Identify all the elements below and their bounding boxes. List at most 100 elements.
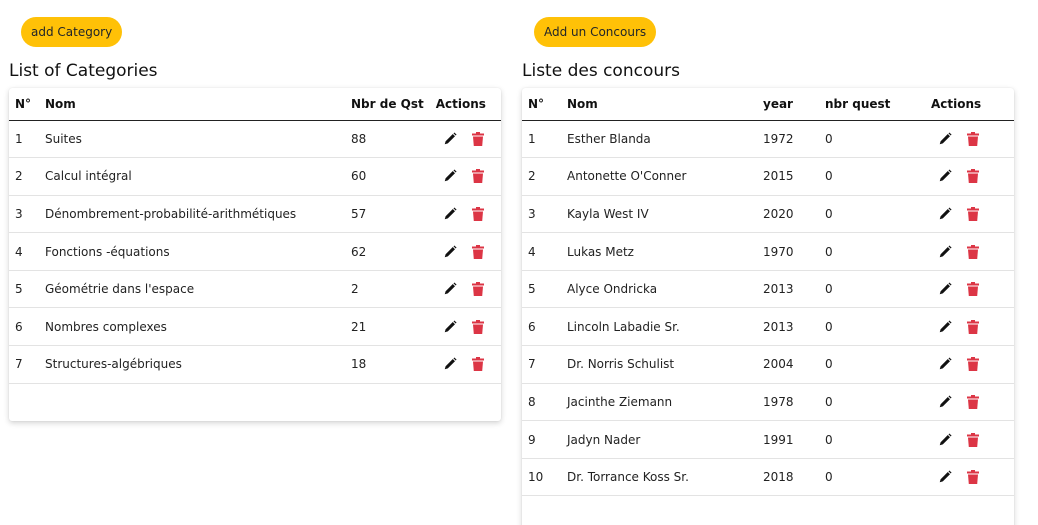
row-name: Antonette O'Conner — [561, 157, 757, 196]
table-row: 5 Géométrie dans l'espace 2 — [9, 270, 501, 309]
categories-table: N° Nom Nbr de Qst Actions 1 Suites 88 2 Calc… — [9, 88, 501, 421]
edit-pencil-icon[interactable] — [937, 206, 953, 222]
row-name: Nombres complexes — [39, 307, 345, 347]
table-row: 3 Dénombrement-probabilité-arithmétiques 5… — [9, 195, 501, 234]
row-question-count: 57 — [345, 195, 430, 234]
row-actions — [925, 345, 1014, 384]
delete-trash-icon[interactable] — [965, 206, 981, 222]
row-number: 5 — [522, 270, 561, 309]
row-number: 5 — [9, 270, 39, 309]
row-actions — [925, 270, 1014, 309]
row-question-count: 0 — [819, 307, 925, 347]
edit-pencil-icon[interactable] — [442, 319, 458, 335]
row-year: 2013 — [757, 270, 819, 309]
edit-pencil-icon[interactable] — [937, 244, 953, 260]
delete-trash-icon[interactable] — [965, 356, 981, 372]
table-footer-spacer — [522, 496, 1014, 525]
row-actions — [429, 120, 501, 159]
row-actions — [429, 270, 501, 309]
row-question-count: 0 — [819, 458, 925, 497]
categories-title: List of Categories — [9, 61, 158, 81]
actions-group — [436, 244, 495, 260]
delete-trash-icon[interactable] — [965, 319, 981, 335]
row-number: 7 — [9, 345, 39, 384]
delete-trash-icon[interactable] — [470, 356, 486, 372]
edit-pencil-icon[interactable] — [937, 432, 953, 448]
row-name: Lukas Metz — [561, 232, 757, 271]
delete-trash-icon[interactable] — [470, 281, 486, 297]
row-name: Lincoln Labadie Sr. — [561, 307, 757, 347]
row-name: Esther Blanda — [561, 120, 757, 159]
actions-group — [931, 319, 1008, 335]
row-name: Alyce Ondricka — [561, 270, 757, 309]
table-row: 7 Structures-algébriques 18 — [9, 345, 501, 384]
actions-group — [436, 168, 495, 184]
add-concours-button[interactable]: Add un Concours — [534, 17, 657, 47]
actions-group — [931, 244, 1008, 260]
edit-pencil-icon[interactable] — [937, 356, 953, 372]
delete-trash-icon[interactable] — [965, 394, 981, 410]
edit-pencil-icon[interactable] — [442, 168, 458, 184]
row-actions — [429, 157, 501, 196]
actions-group — [436, 319, 495, 335]
add-category-button[interactable]: add Category — [21, 17, 123, 47]
actions-group — [436, 206, 495, 222]
edit-pencil-icon[interactable] — [442, 131, 458, 147]
edit-pencil-icon[interactable] — [442, 356, 458, 372]
edit-pencil-icon[interactable] — [442, 244, 458, 260]
table-row: 2 Antonette O'Conner 2015 0 — [522, 157, 1014, 196]
table-header-row: N° Nom Nbr de Qst Actions — [9, 88, 501, 121]
row-name: Calcul intégral — [39, 157, 345, 196]
row-question-count: 0 — [819, 420, 925, 459]
row-year: 2013 — [757, 307, 819, 347]
actions-group — [931, 168, 1008, 184]
delete-trash-icon[interactable] — [470, 168, 486, 184]
edit-pencil-icon[interactable] — [442, 281, 458, 297]
edit-pencil-icon[interactable] — [937, 281, 953, 297]
row-name: Dr. Torrance Koss Sr. — [561, 458, 757, 497]
delete-trash-icon[interactable] — [470, 244, 486, 260]
delete-trash-icon[interactable] — [470, 131, 486, 147]
table-row: 6 Nombres complexes 21 — [9, 307, 501, 347]
delete-trash-icon[interactable] — [965, 432, 981, 448]
delete-trash-icon[interactable] — [965, 281, 981, 297]
table-row: 8 Jacinthe Ziemann 1978 0 — [522, 383, 1014, 422]
row-name: Jadyn Nader — [561, 420, 757, 459]
actions-group — [931, 281, 1008, 297]
table-footer-spacer — [9, 383, 501, 421]
concours-card: N° Nom year nbr quest Actions 1 Esther Bl… — [522, 88, 1014, 525]
row-year: 2015 — [757, 157, 819, 196]
row-year: 2020 — [757, 195, 819, 234]
categories-card: N° Nom Nbr de Qst Actions 1 Suites 88 2 Calc… — [9, 88, 501, 421]
delete-trash-icon[interactable] — [965, 244, 981, 260]
table-header-row: N° Nom year nbr quest Actions — [522, 88, 1014, 121]
row-number: 4 — [9, 232, 39, 271]
edit-pencil-icon[interactable] — [937, 168, 953, 184]
delete-trash-icon[interactable] — [965, 469, 981, 485]
table-row: 4 Fonctions -équations 62 — [9, 232, 501, 271]
table-row: 10 Dr. Torrance Koss Sr. 2018 0 — [522, 458, 1014, 497]
edit-pencil-icon[interactable] — [937, 469, 953, 485]
delete-trash-icon[interactable] — [965, 168, 981, 184]
header-number: N° — [522, 88, 561, 121]
table-row: 2 Calcul intégral 60 — [9, 157, 501, 196]
edit-pencil-icon[interactable] — [937, 319, 953, 335]
row-actions — [429, 195, 501, 234]
actions-group — [931, 206, 1008, 222]
row-actions — [429, 307, 501, 347]
edit-pencil-icon[interactable] — [442, 206, 458, 222]
edit-pencil-icon[interactable] — [937, 394, 953, 410]
edit-pencil-icon[interactable] — [937, 131, 953, 147]
row-name: Suites — [39, 120, 345, 159]
delete-trash-icon[interactable] — [965, 131, 981, 147]
row-name: Fonctions -équations — [39, 232, 345, 271]
delete-trash-icon[interactable] — [470, 206, 486, 222]
row-actions — [925, 307, 1014, 347]
actions-group — [931, 469, 1008, 485]
delete-trash-icon[interactable] — [470, 319, 486, 335]
row-question-count: 2 — [345, 270, 430, 309]
row-number: 1 — [9, 120, 39, 159]
row-number: 6 — [9, 307, 39, 347]
row-name: Dénombrement-probabilité-arithmétiques — [39, 195, 345, 234]
row-year: 1972 — [757, 120, 819, 159]
